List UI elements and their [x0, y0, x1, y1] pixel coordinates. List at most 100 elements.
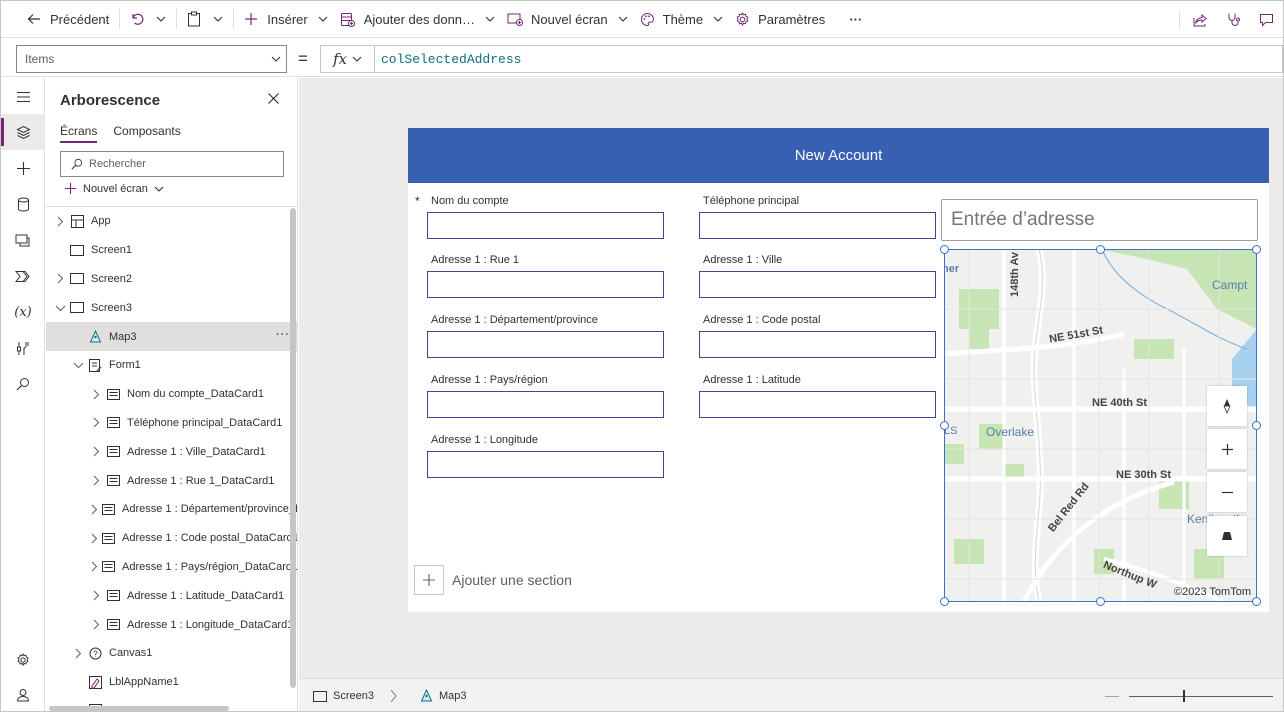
resize-handle-n[interactable] — [1096, 245, 1105, 254]
resize-handle-e[interactable] — [1252, 421, 1261, 430]
tree-node[interactable]: Map3 ··· — [46, 322, 297, 351]
property-dropdown[interactable]: Items — [16, 45, 287, 73]
rail-insert[interactable] — [1, 150, 45, 186]
resize-handle-w[interactable] — [940, 421, 949, 430]
tree-node[interactable]: LblAppName1 — [46, 668, 297, 697]
rail-virtual-agent[interactable] — [1, 677, 45, 711]
add-section-button[interactable]: Ajouter une section — [414, 565, 572, 595]
tree-node[interactable]: Form1 — [46, 351, 297, 380]
chevron-right-icon[interactable] — [90, 417, 102, 428]
chevron-down-icon[interactable] — [72, 361, 84, 369]
tree-node[interactable]: Adresse 1 : Code postal_DataCard1 — [46, 524, 297, 553]
rail-variables[interactable]: (x) — [1, 294, 45, 330]
tree-view-panel: Arborescence Écrans Composants Recherche… — [46, 78, 298, 711]
design-canvas[interactable]: New Account * Nom du compte Téléphone pr… — [299, 78, 1283, 678]
more-button[interactable]: ··· — [831, 1, 868, 38]
rail-power-automate[interactable] — [1, 258, 45, 294]
resize-handle-sw[interactable] — [940, 597, 949, 606]
tree-node[interactable]: Nom du compte_DataCard1 — [46, 380, 297, 409]
chevron-right-icon[interactable] — [54, 216, 66, 227]
tree-node[interactable]: Adresse 1 : Pays/région_DataCard1 — [46, 553, 297, 582]
postal-code-input[interactable] — [699, 331, 936, 358]
rail-advanced-tools[interactable] — [1, 330, 45, 366]
tree-node[interactable]: App — [46, 207, 297, 236]
street1-input[interactable] — [427, 271, 664, 298]
breadcrumb-control[interactable]: Map3 — [420, 689, 467, 702]
tab-components[interactable]: Composants — [113, 124, 180, 143]
hamburger-menu[interactable] — [1, 79, 45, 115]
search-icon — [16, 378, 29, 391]
account-name-input[interactable] — [427, 212, 664, 239]
map-control[interactable]: 148th Av her Campt NE 51st St NE 40th St… — [944, 249, 1257, 602]
zoom-out-button[interactable] — [1207, 472, 1247, 512]
app-screen-preview[interactable]: New Account * Nom du compte Téléphone pr… — [408, 128, 1269, 612]
pitch-button[interactable] — [1207, 516, 1247, 556]
close-panel-button[interactable] — [267, 92, 280, 108]
chevron-right-icon[interactable] — [90, 619, 102, 630]
breadcrumb-screen[interactable]: Screen3 — [313, 689, 398, 703]
main-phone-input[interactable] — [699, 212, 936, 239]
tree-node[interactable]: Screen3 — [46, 293, 297, 322]
chevron-right-icon[interactable] — [90, 475, 102, 486]
resize-handle-ne[interactable] — [1252, 245, 1261, 254]
resize-handle-s[interactable] — [1096, 597, 1105, 606]
undo-dropdown[interactable] — [150, 1, 172, 38]
state-input[interactable] — [427, 331, 664, 358]
tree-node[interactable]: ? Canvas1 — [46, 639, 297, 668]
share-button[interactable] — [1184, 1, 1217, 38]
compass-button[interactable] — [1207, 386, 1247, 426]
insert-button[interactable]: Insérer — [238, 1, 333, 38]
resize-handle-nw[interactable] — [940, 245, 949, 254]
add-data-button[interactable]: Ajouter des donn… — [334, 1, 501, 38]
rail-tree-view[interactable] — [1, 114, 45, 150]
tree-node[interactable]: Screen1 — [46, 236, 297, 265]
new-screen-button[interactable]: Nouvel écran — [501, 1, 634, 38]
zoom-slider[interactable] — [1129, 696, 1273, 697]
node-more-button[interactable]: ··· — [276, 329, 290, 341]
longitude-input[interactable] — [427, 451, 664, 478]
city-input[interactable] — [699, 271, 936, 298]
app-checker-button[interactable] — [1217, 1, 1250, 38]
formula-input[interactable]: colSelectedAddress — [374, 45, 1283, 73]
chevron-right-icon[interactable] — [90, 446, 102, 457]
comments-button[interactable] — [1250, 1, 1283, 38]
rail-settings[interactable] — [1, 642, 45, 678]
paste-dropdown[interactable] — [207, 1, 229, 38]
chevron-right-icon[interactable] — [90, 533, 98, 544]
tree-node[interactable]: Téléphone principal_DataCard1 — [46, 409, 297, 438]
undo-button[interactable] — [124, 1, 150, 38]
tree-vertical-scrollbar[interactable] — [290, 208, 296, 688]
rail-media[interactable] — [1, 222, 45, 258]
back-button[interactable]: Précédent — [21, 1, 115, 38]
tree-node[interactable]: Screen2 — [46, 265, 297, 294]
chevron-right-icon[interactable] — [90, 389, 102, 400]
tree-node[interactable]: Adresse 1 : Ville_DataCard1 — [46, 437, 297, 466]
latitude-input[interactable] — [699, 391, 936, 418]
chevron-right-icon[interactable] — [72, 648, 84, 659]
zoom-out-minus[interactable]: — — [1105, 687, 1119, 703]
settings-button[interactable]: Paramètres — [729, 1, 831, 38]
chevron-right-icon[interactable] — [90, 590, 102, 601]
address-input[interactable]: Entrée d’adresse — [941, 199, 1258, 241]
tree-horizontal-scrollbar[interactable] — [49, 706, 229, 711]
country-input[interactable] — [427, 391, 664, 418]
zoom-slider-thumb[interactable] — [1183, 690, 1185, 702]
chevron-right-icon[interactable] — [90, 561, 98, 572]
chevron-down-icon[interactable] — [54, 304, 66, 312]
rail-data[interactable] — [1, 186, 45, 222]
theme-button[interactable]: Thème — [634, 1, 729, 38]
fx-button[interactable]: fx — [320, 45, 374, 73]
tree-search-input[interactable]: Rechercher — [60, 151, 284, 177]
tree-node[interactable]: Adresse 1 : Longitude_DataCard1 — [46, 610, 297, 639]
chevron-right-icon[interactable] — [90, 504, 98, 515]
tree-node[interactable]: Adresse 1 : Latitude_DataCard1 — [46, 581, 297, 610]
resize-handle-se[interactable] — [1252, 597, 1261, 606]
tree-new-screen-button[interactable]: Nouvel écran — [64, 182, 164, 195]
paste-button[interactable] — [181, 1, 207, 38]
tree-node[interactable]: Adresse 1 : Département/province_D — [46, 495, 297, 524]
tab-screens[interactable]: Écrans — [60, 124, 98, 143]
rail-search[interactable] — [1, 366, 45, 402]
chevron-right-icon[interactable] — [54, 273, 66, 284]
zoom-in-button[interactable] — [1207, 429, 1247, 469]
tree-node[interactable]: Adresse 1 : Rue 1_DataCard1 — [46, 466, 297, 495]
